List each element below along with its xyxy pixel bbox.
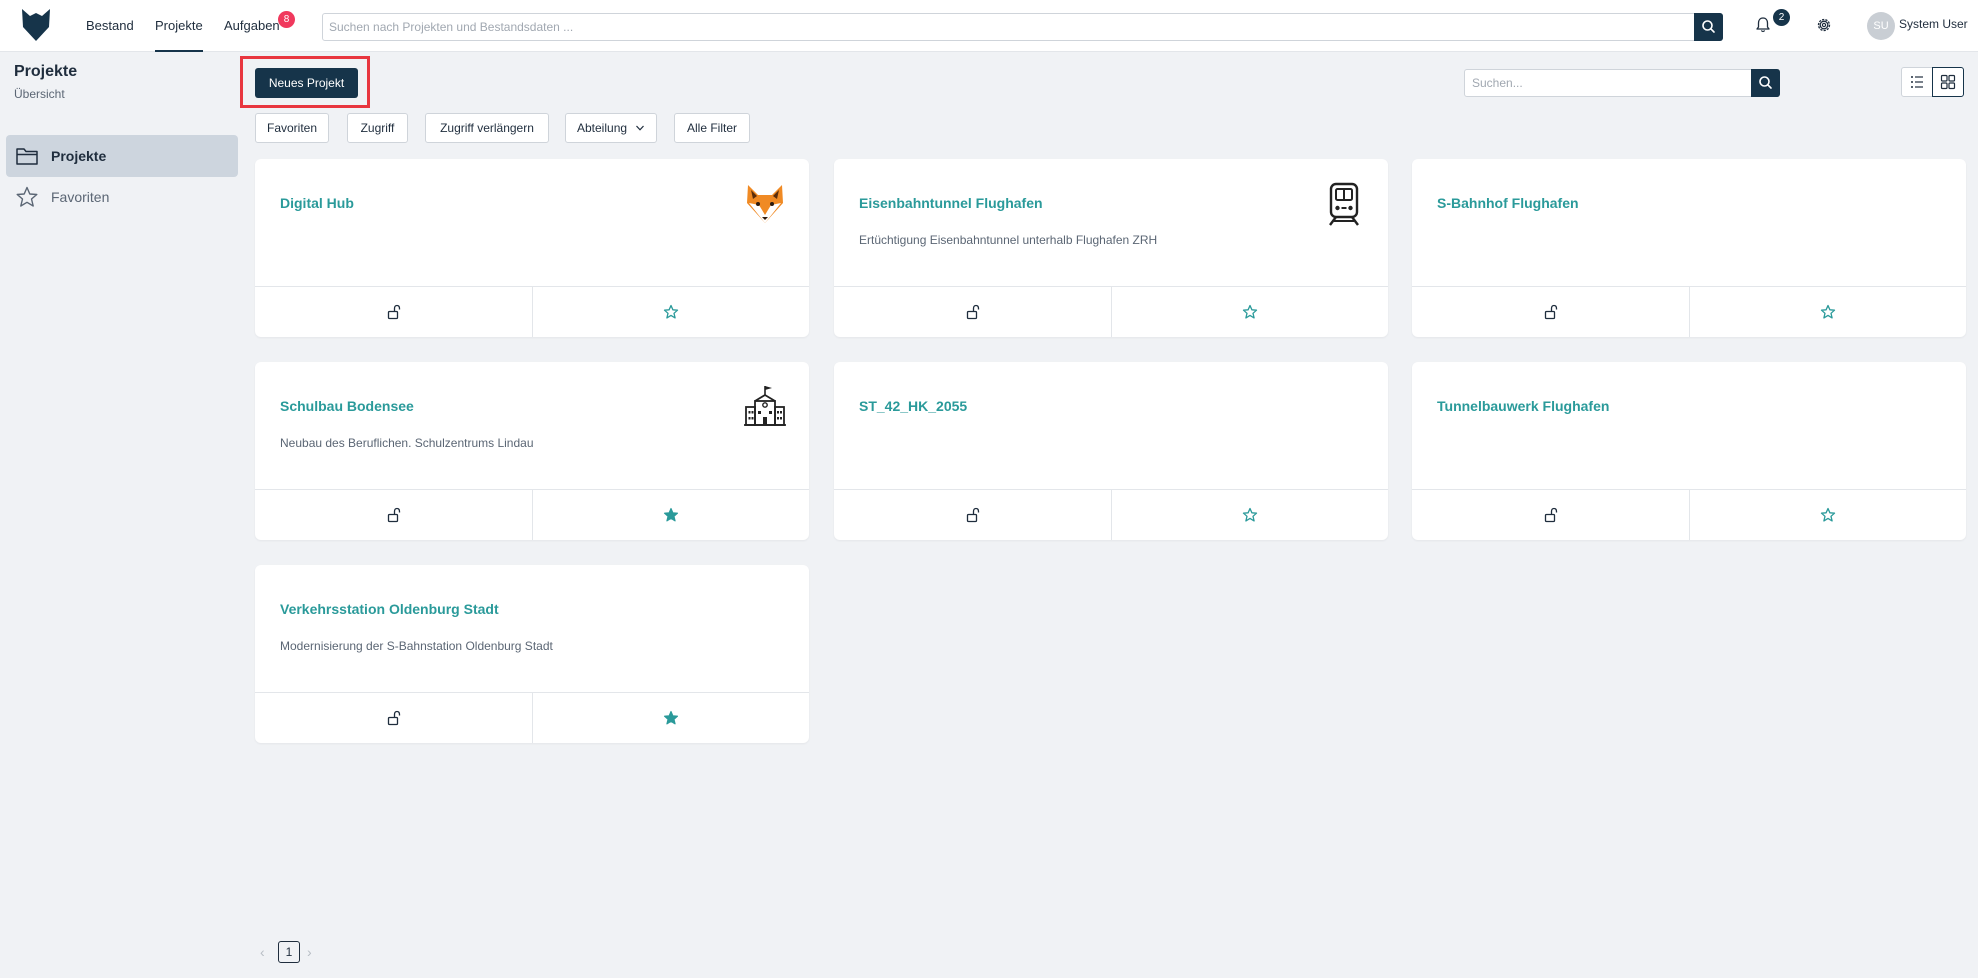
unlock-icon (387, 507, 400, 523)
school-icon (744, 386, 786, 426)
sidebar-item-label: Projekte (51, 148, 107, 164)
fox-icon (747, 185, 783, 223)
project-title[interactable]: S-Bahnhof Flughafen (1437, 195, 1579, 211)
project-search-input[interactable] (1465, 70, 1749, 96)
chevron-down-icon (636, 125, 644, 131)
project-card: Digital Hub (255, 159, 809, 337)
sidebar-title: Projekte (14, 63, 78, 80)
unlock-icon (1544, 507, 1557, 523)
settings-gear-icon[interactable] (1814, 15, 1834, 35)
card-footer (255, 489, 809, 540)
filter-alle-filter-button[interactable]: Alle Filter (674, 113, 750, 143)
filter-favoriten-button[interactable]: Favoriten (255, 113, 329, 143)
star-icon (16, 186, 38, 207)
project-card: Tunnelbauwerk Flughafen (1412, 362, 1966, 540)
unlock-icon (1544, 304, 1557, 320)
project-description: Modernisierung der S-Bahnstation Oldenbu… (280, 639, 553, 653)
access-button[interactable] (834, 490, 1111, 540)
unlock-icon (966, 304, 979, 320)
top-navigation-bar: Bestand Projekte Aufgaben 8 2 SU System … (0, 0, 1978, 52)
project-title[interactable]: Eisenbahntunnel Flughafen (859, 195, 1043, 211)
unlock-icon (387, 304, 400, 320)
pagination-page-1[interactable]: 1 (278, 941, 300, 963)
favorite-button[interactable] (1689, 490, 1966, 540)
project-card: Eisenbahntunnel Flughafen Ertüchtigung E… (834, 159, 1388, 337)
project-card: ST_42_HK_2055 (834, 362, 1388, 540)
favorite-button[interactable] (1689, 287, 1966, 337)
star-outline-icon (1820, 507, 1836, 522)
access-button[interactable] (1412, 490, 1689, 540)
filter-abteilung-dropdown[interactable]: Abteilung (565, 113, 657, 143)
card-footer (834, 286, 1388, 337)
favorite-button[interactable] (532, 693, 809, 743)
project-search (1464, 69, 1780, 97)
project-search-button[interactable] (1751, 69, 1780, 97)
star-filled-icon (663, 710, 679, 725)
access-button[interactable] (834, 287, 1111, 337)
project-title[interactable]: Verkehrsstation Oldenburg Stadt (280, 601, 499, 617)
star-outline-icon (1242, 507, 1258, 522)
filter-abteilung-label: Abteilung (577, 121, 628, 135)
card-footer (1412, 286, 1966, 337)
grid-icon (1940, 74, 1956, 90)
sidebar-item-projekte[interactable]: Projekte (6, 135, 238, 177)
favorite-button[interactable] (532, 287, 809, 337)
access-button[interactable] (255, 490, 532, 540)
filter-zugriff-verlaengern-button[interactable]: Zugriff verlängern (425, 113, 549, 143)
unlock-icon (966, 507, 979, 523)
project-title[interactable]: ST_42_HK_2055 (859, 398, 967, 414)
project-description: Neubau des Beruflichen. Schulzentrums Li… (280, 436, 534, 450)
card-footer (834, 489, 1388, 540)
notifications-bell-icon[interactable] (1753, 15, 1773, 35)
nav-aufgaben[interactable]: Aufgaben (224, 0, 280, 52)
filter-zugriff-button[interactable]: Zugriff (347, 113, 408, 143)
new-project-button[interactable]: Neues Projekt (255, 68, 358, 98)
search-icon (1702, 20, 1715, 33)
card-footer (255, 286, 809, 337)
sidebar-item-label: Favoriten (51, 189, 110, 205)
user-avatar[interactable]: SU (1867, 12, 1895, 40)
sidebar-item-favoriten[interactable]: Favoriten (6, 176, 238, 218)
star-outline-icon (1820, 304, 1836, 319)
card-footer (255, 692, 809, 743)
favorite-button[interactable] (532, 490, 809, 540)
nav-bestand[interactable]: Bestand (86, 0, 134, 52)
card-footer (1412, 489, 1966, 540)
favorite-button[interactable] (1111, 490, 1388, 540)
train-icon (1329, 182, 1359, 226)
star-outline-icon (1242, 304, 1258, 319)
star-outline-icon (663, 304, 679, 319)
folder-icon (16, 148, 38, 165)
pagination-next-button[interactable]: › (307, 944, 312, 960)
notifications-count-badge: 2 (1773, 9, 1790, 26)
unlock-icon (387, 710, 400, 726)
tasks-count-badge: 8 (278, 11, 295, 28)
project-card: Verkehrsstation Oldenburg Stadt Modernis… (255, 565, 809, 743)
sidebar-subtitle: Übersicht (14, 87, 65, 101)
project-card: S-Bahnhof Flughafen (1412, 159, 1966, 337)
user-name[interactable]: System User (1899, 17, 1968, 31)
project-title[interactable]: Tunnelbauwerk Flughafen (1437, 398, 1609, 414)
global-search-input[interactable] (323, 14, 1693, 40)
favorite-button[interactable] (1111, 287, 1388, 337)
app-logo-icon[interactable] (20, 7, 52, 43)
access-button[interactable] (1412, 287, 1689, 337)
access-button[interactable] (255, 287, 532, 337)
project-description: Ertüchtigung Eisenbahntunnel unterhalb F… (859, 233, 1158, 247)
global-search-button[interactable] (1694, 13, 1723, 41)
list-view-button[interactable] (1901, 67, 1933, 97)
star-filled-icon (663, 507, 679, 522)
project-card: Schulbau Bodensee Neubau des Beruflichen… (255, 362, 809, 540)
global-search (322, 13, 1723, 41)
project-title[interactable]: Digital Hub (280, 195, 354, 211)
nav-projekte[interactable]: Projekte (155, 0, 203, 52)
search-icon (1759, 76, 1772, 89)
grid-view-button[interactable] (1932, 67, 1964, 97)
project-title[interactable]: Schulbau Bodensee (280, 398, 414, 414)
pagination-prev-button[interactable]: ‹ (260, 944, 265, 960)
list-icon (1911, 76, 1923, 88)
access-button[interactable] (255, 693, 532, 743)
